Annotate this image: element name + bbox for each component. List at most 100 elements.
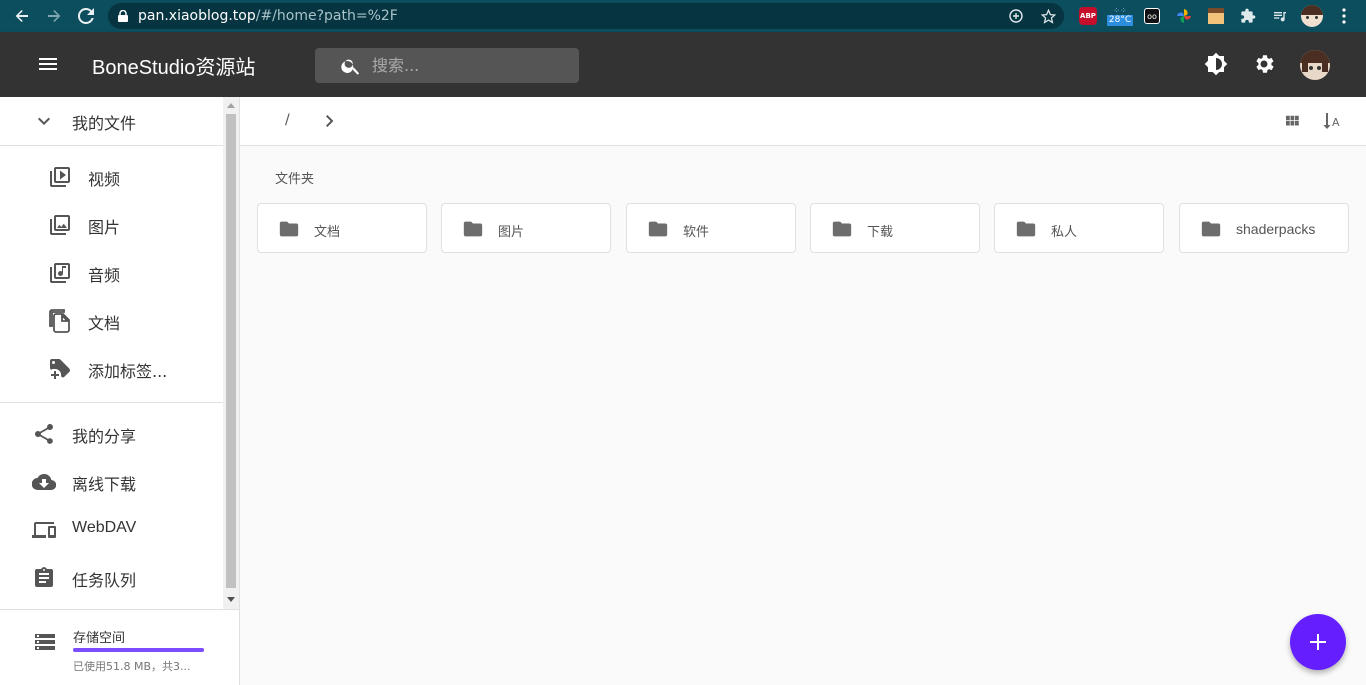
sidebar-item-video[interactable]: 视频: [0, 153, 223, 201]
pixel-face-extension-icon[interactable]: [1206, 5, 1226, 27]
sidebar-item-images[interactable]: 图片: [0, 201, 223, 249]
reload-icon: [78, 8, 94, 24]
storage-progress-fill: [73, 648, 204, 652]
sidebar-item-label: 文档: [88, 314, 121, 333]
browser-menu-icon[interactable]: [1334, 5, 1354, 27]
media-queue-icon[interactable]: [1270, 5, 1290, 27]
adblock-extension[interactable]: ABP: [1078, 5, 1098, 27]
settings-button[interactable]: [1252, 52, 1276, 76]
sidebar-item-label: WebDAV: [72, 519, 137, 536]
sidebar-item-label: 视频: [88, 170, 121, 189]
folder-name: 私人: [1051, 225, 1078, 240]
address-bar[interactable]: pan.xiaoblog.top/#/home?path=%2F: [108, 3, 1064, 29]
photo-library-icon: [50, 215, 70, 235]
arrow-right-icon: [48, 10, 61, 22]
chevron-right-icon[interactable]: [323, 109, 337, 133]
folder-card[interactable]: 文档: [257, 203, 427, 253]
sidebar-item-webdav[interactable]: WebDAV: [0, 506, 223, 554]
hamburger-icon: [39, 58, 57, 70]
sidebar: 我的文件 视频 图片 音频 文档 添加标签... 我的分享 离线下载 WebDA…: [0, 97, 240, 685]
divider: [0, 145, 223, 146]
folder-card[interactable]: 图片: [441, 203, 611, 253]
search-box[interactable]: [315, 48, 579, 83]
extensions-puzzle-icon[interactable]: [1238, 5, 1258, 27]
storage-icon: [35, 634, 55, 650]
sidebar-item-label: 任务队列: [72, 571, 137, 590]
reload-button[interactable]: [70, 0, 102, 32]
folder-card[interactable]: 私人: [994, 203, 1164, 253]
file-copy-icon: [49, 309, 70, 333]
folder-icon: [279, 221, 299, 237]
sidebar-item-label: 离线下载: [72, 475, 137, 494]
folder-card[interactable]: shaderpacks: [1179, 203, 1349, 253]
back-button[interactable]: [6, 0, 38, 32]
cloud-download-icon: [32, 473, 56, 491]
sidebar-item-label: 图片: [88, 218, 121, 237]
folder-name: 下载: [867, 225, 894, 240]
install-icon[interactable]: [1006, 6, 1026, 26]
library-music-icon: [50, 263, 70, 283]
svg-text:A: A: [1332, 116, 1340, 129]
sidebar-item-label: 添加标签...: [88, 362, 168, 381]
video-library-icon: [50, 167, 70, 187]
profile-avatar[interactable]: [1301, 5, 1323, 27]
forward-button[interactable]: [38, 0, 70, 32]
scroll-up-arrow[interactable]: [227, 103, 235, 108]
user-avatar[interactable]: [1300, 50, 1330, 80]
share-icon: [34, 424, 53, 444]
section-title-folders: 文件夹: [275, 172, 315, 187]
app-bar: BoneStudio资源站: [0, 32, 1366, 97]
scroll-thumb[interactable]: [226, 114, 236, 588]
brightness-icon: [1204, 52, 1228, 76]
app-title[interactable]: BoneStudio资源站: [92, 51, 255, 80]
menu-button[interactable]: [36, 52, 60, 76]
pinwheel-extension-icon[interactable]: [1174, 5, 1194, 27]
sidebar-item-add-tag[interactable]: 添加标签...: [0, 345, 223, 393]
storage-progress-bar: [73, 648, 204, 652]
chevron-down-icon: [38, 117, 50, 125]
arrow-left-icon: [15, 10, 28, 22]
folder-name: 图片: [498, 225, 525, 240]
folder-icon: [648, 221, 668, 237]
browser-toolbar: pan.xiaoblog.top/#/home?path=%2F ABP ⁘⁘ …: [0, 0, 1366, 32]
sidebar-item-label: 我的文件: [72, 114, 137, 133]
bookmark-star-icon[interactable]: [1038, 6, 1058, 26]
search-input[interactable]: [372, 56, 562, 75]
sidebar-item-my-files[interactable]: 我的文件: [0, 97, 223, 145]
breadcrumb-root[interactable]: /: [285, 112, 290, 128]
scroll-down-arrow[interactable]: [227, 597, 235, 602]
sidebar-item-documents[interactable]: 文档: [0, 297, 223, 345]
sidebar-item-task-queue[interactable]: 任务队列: [0, 554, 223, 602]
sidebar-item-label: 音频: [88, 266, 121, 285]
folder-icon: [1201, 221, 1221, 237]
folder-name: shaderpacks: [1236, 221, 1316, 237]
lock-icon: [108, 10, 138, 22]
owl-extension-icon[interactable]: oo: [1142, 5, 1162, 27]
theme-toggle-button[interactable]: [1204, 52, 1228, 76]
navigator-toolbar: / A: [240, 97, 1366, 146]
sidebar-item-offline-download[interactable]: 离线下载: [0, 458, 223, 506]
sidebar-item-label: 我的分享: [72, 427, 137, 446]
add-fab-button[interactable]: [1290, 614, 1346, 670]
grid-view-icon[interactable]: [1280, 109, 1304, 133]
folder-icon: [463, 221, 483, 237]
devices-icon: [32, 522, 56, 538]
weather-extension[interactable]: ⁘⁘ 28°C: [1106, 5, 1134, 27]
url-text: pan.xiaoblog.top/#/home?path=%2F: [138, 8, 398, 24]
clipboard-list-icon: [35, 567, 53, 587]
sidebar-item-my-shares[interactable]: 我的分享: [0, 410, 223, 458]
storage-title: 存储空间: [73, 631, 126, 646]
folder-icon: [1016, 221, 1036, 237]
folder-card[interactable]: 下载: [810, 203, 980, 253]
storage-panel[interactable]: 存储空间 已使用51.8 MB，共3...: [0, 609, 239, 685]
gear-icon: [1256, 55, 1274, 73]
rain-icon: ⁘⁘: [1113, 5, 1127, 15]
plus-icon: [1310, 634, 1326, 650]
sort-alpha-icon[interactable]: A: [1320, 109, 1344, 133]
folder-card[interactable]: 软件: [626, 203, 796, 253]
storage-usage-text: 已使用51.8 MB，共3...: [73, 660, 191, 673]
divider: [0, 402, 223, 403]
sidebar-item-audio[interactable]: 音频: [0, 249, 223, 297]
folder-name: 文档: [314, 225, 341, 240]
sidebar-scrollbar[interactable]: [223, 97, 239, 609]
